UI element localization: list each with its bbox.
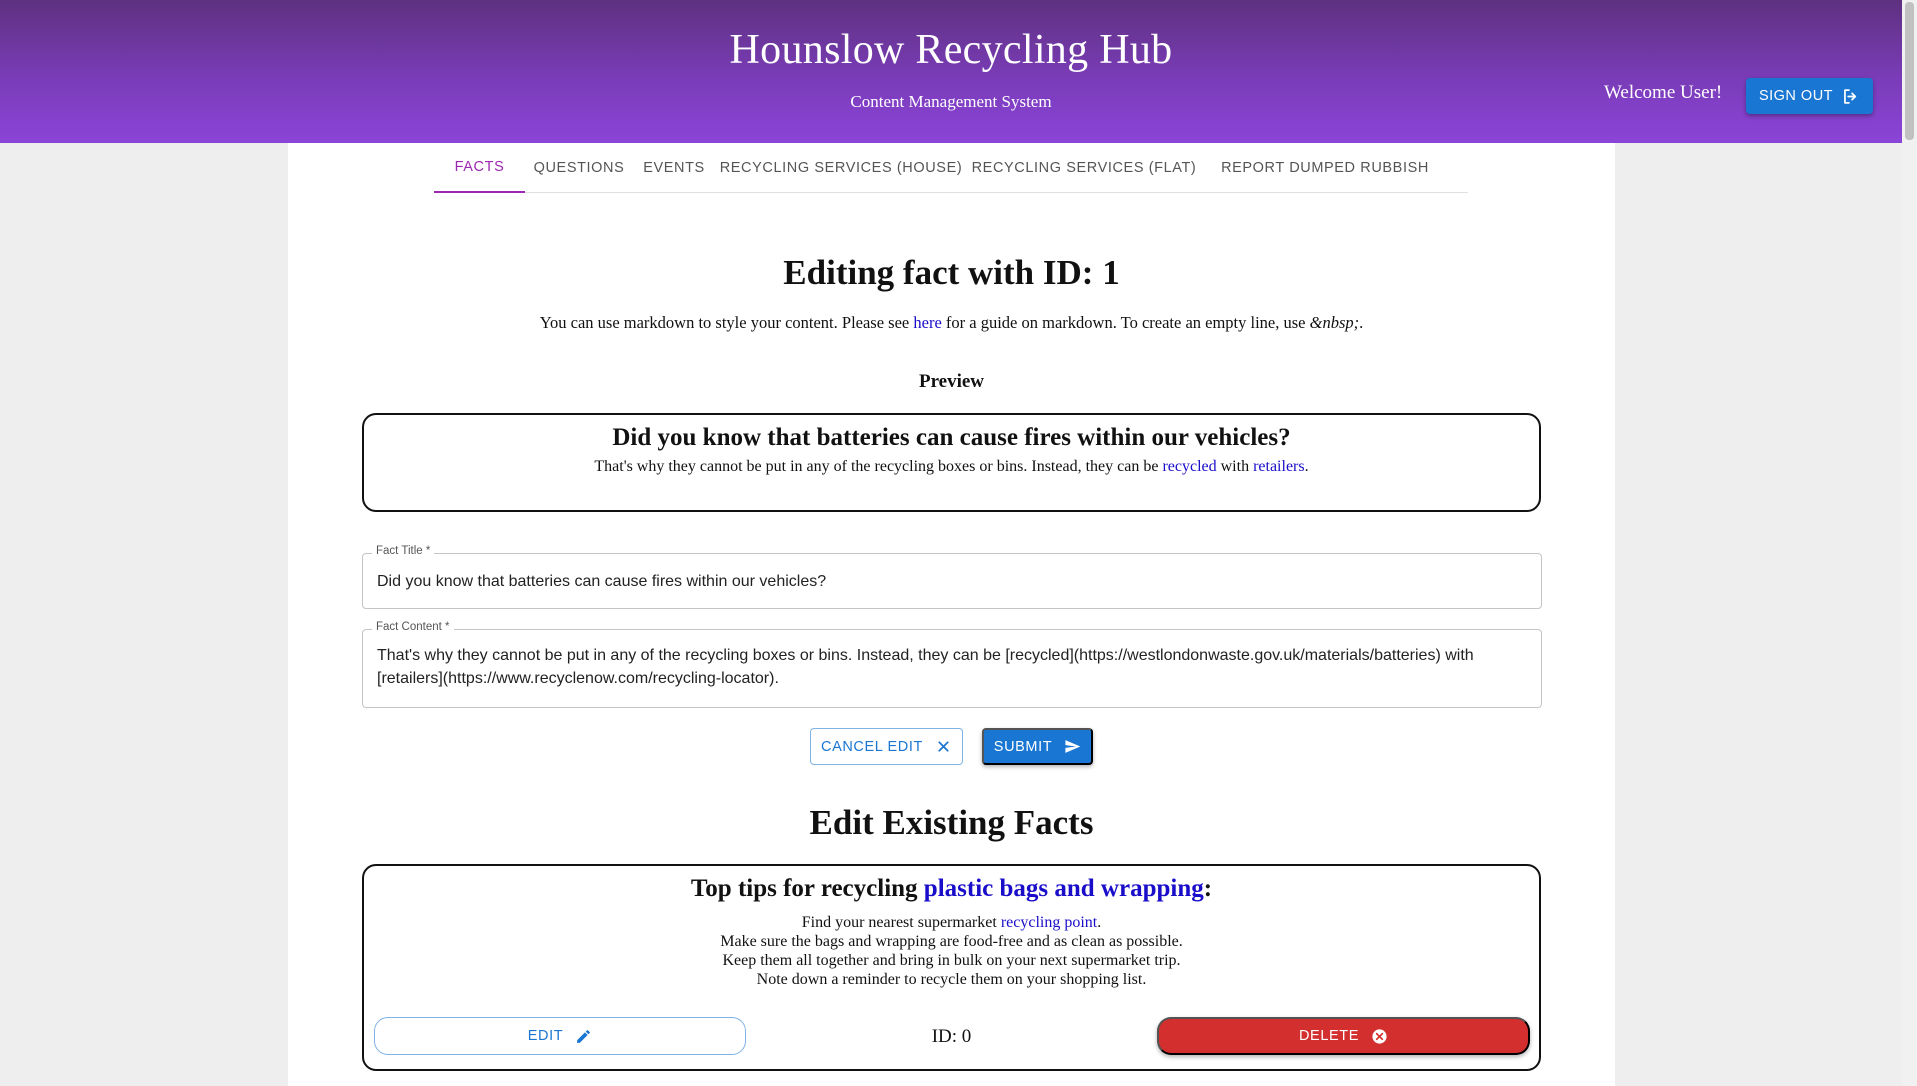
fact-title-colon: :: [1203, 875, 1213, 902]
submit-label: SUBMIT: [993, 738, 1053, 755]
fact-title-field[interactable]: Fact Title * Did you know that batteries…: [362, 545, 1542, 609]
sign-out-button[interactable]: SIGN OUT: [1746, 78, 1873, 114]
app-title: Hounslow Recycling Hub: [729, 27, 1173, 73]
fact-line-3: Keep them all together and bring in bulk…: [722, 952, 1181, 969]
tab-recycling-flat[interactable]: RECYCLING SERVICES (FLAT): [967, 143, 1201, 192]
tab-facts[interactable]: FACTS: [434, 143, 525, 193]
hint-end: .: [1359, 313, 1364, 332]
preview-text-end: .: [1304, 458, 1309, 475]
recycling-point-link[interactable]: recycling point: [1001, 914, 1097, 931]
existing-facts-heading: Edit Existing Facts: [809, 803, 1094, 842]
fact-line-4: Note down a reminder to recycle them on …: [756, 971, 1147, 988]
hint-text-2: for a guide on markdown. To create an em…: [941, 313, 1310, 332]
tab-recycling-house[interactable]: RECYCLING SERVICES (HOUSE): [715, 143, 967, 192]
fact-title-label: Fact Title *: [372, 545, 435, 557]
scrollbar-thumb[interactable]: [1905, 2, 1914, 140]
cancel-edit-label: CANCEL EDIT: [821, 738, 923, 755]
fact-card-body: Find your nearest supermarket recycling …: [364, 913, 1539, 989]
submit-button[interactable]: SUBMIT: [982, 728, 1093, 765]
recycled-link[interactable]: recycled: [1162, 458, 1216, 475]
fact-title-text: Top tips for recycling: [690, 875, 924, 902]
delete-label: DELETE: [1298, 1028, 1359, 1044]
fact-card-title: Top tips for recycling plastic bags and …: [364, 875, 1539, 903]
send-icon: [1065, 740, 1081, 753]
fact-title-input[interactable]: Did you know that batteries can cause fi…: [363, 554, 1541, 593]
tab-events[interactable]: EVENTS: [633, 143, 715, 192]
app-header: Hounslow Recycling Hub Content Managemen…: [0, 0, 1902, 143]
preview-text-start: That's why they cannot be put in any of …: [594, 458, 1163, 475]
page-scrollbar[interactable]: [1902, 0, 1917, 1086]
cancel-edit-button[interactable]: CANCEL EDIT: [810, 728, 963, 765]
preview-text: That's why they cannot be put in any of …: [364, 458, 1539, 476]
preview-title: Did you know that batteries can cause fi…: [612, 424, 1291, 451]
editing-heading: Editing fact with ID: 1: [783, 253, 1120, 292]
plastic-bags-link[interactable]: plastic bags and wrapping: [924, 875, 1204, 902]
tab-questions[interactable]: QUESTIONS: [525, 143, 633, 192]
markdown-guide-link[interactable]: here: [913, 313, 941, 332]
markdown-hint: You can use markdown to style your conte…: [288, 313, 1615, 333]
cancel-circle-icon: [1372, 1028, 1387, 1044]
fact-line-2: Make sure the bags and wrapping are food…: [720, 933, 1183, 950]
fact-line-1: Find your nearest supermarket recycling …: [364, 913, 1539, 932]
logout-icon: [1844, 88, 1857, 104]
nbsp-code: &nbsp;: [1309, 313, 1360, 332]
welcome-text: Welcome User!: [1604, 82, 1723, 103]
preview-card: Did you know that batteries can cause fi…: [362, 413, 1541, 512]
fact-content-input[interactable]: That's why they cannot be put in any of …: [363, 630, 1541, 690]
sign-out-label: SIGN OUT: [1758, 88, 1834, 104]
fact-content-label: Fact Content *: [372, 621, 454, 633]
preview-text-mid: with: [1216, 458, 1254, 475]
fact-content-field[interactable]: Fact Content * That's why they cannot be…: [362, 621, 1542, 708]
delete-fact-button[interactable]: DELETE: [1157, 1017, 1530, 1055]
hint-text: You can use markdown to style your conte…: [539, 313, 914, 332]
close-icon: [938, 741, 949, 752]
tab-report-dumped-rubbish[interactable]: REPORT DUMPED RUBBISH: [1201, 143, 1449, 192]
fact-line-1-text: Find your nearest supermarket: [801, 914, 1001, 931]
fact-line-1-end: .: [1097, 914, 1102, 931]
tab-bar: FACTS QUESTIONS EVENTS RECYCLING SERVICE…: [434, 143, 1468, 193]
retailers-link[interactable]: retailers: [1253, 458, 1305, 475]
preview-label: Preview: [918, 371, 985, 392]
main-content: FACTS QUESTIONS EVENTS RECYCLING SERVICE…: [288, 143, 1615, 1086]
